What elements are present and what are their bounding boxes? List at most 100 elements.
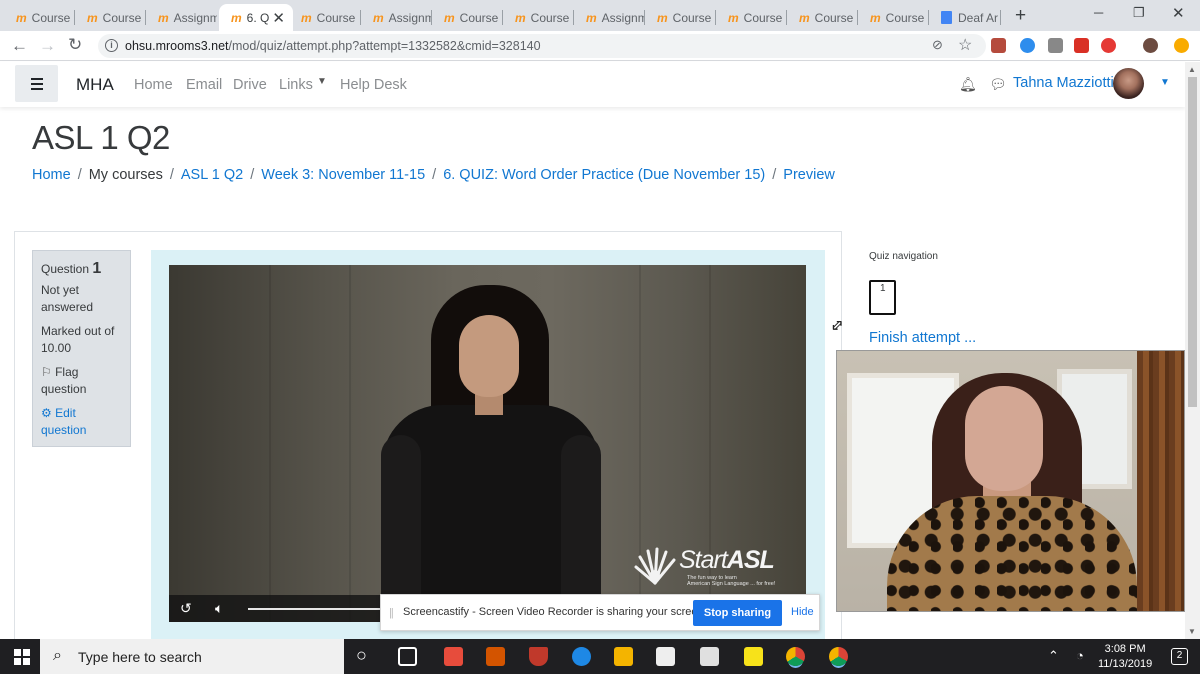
browser-tab[interactable]: m Course <box>289 4 361 31</box>
replay-icon[interactable]: ↺ <box>180 600 192 617</box>
question-number: 1 <box>92 260 102 277</box>
browser-tab[interactable]: m Course <box>432 4 503 31</box>
bell-icon[interactable]: 🔔︎ <box>959 76 977 93</box>
back-arrow-icon[interactable]: ← <box>11 36 28 56</box>
nav-link-links[interactable]: Links <box>279 77 313 93</box>
browser-tab-active[interactable]: m 6. Q ✕ <box>219 4 293 31</box>
logo-tagline: The fun way to learn American Sign Langua… <box>687 575 775 587</box>
windows-start-icon[interactable] <box>14 649 30 665</box>
page-scrollbar[interactable]: ▲ ▼ <box>1185 62 1200 639</box>
browser-tab[interactable]: m Course <box>858 4 929 31</box>
extension-icon[interactable] <box>1020 38 1035 53</box>
cast-extension-icon[interactable] <box>1048 38 1063 53</box>
minimize-icon[interactable]: ─ <box>1094 5 1103 20</box>
scroll-up-icon[interactable]: ▲ <box>1188 65 1196 74</box>
breadcrumb-course[interactable]: ASL 1 Q2 <box>181 167 243 183</box>
powerpoint-icon[interactable] <box>486 647 505 666</box>
screencastify-icon[interactable] <box>1101 38 1116 53</box>
nav-link-email[interactable]: Email <box>186 77 222 93</box>
signer-arm <box>561 435 601 615</box>
forward-arrow-icon[interactable]: → <box>39 36 56 56</box>
menu-hamburger-icon[interactable] <box>15 65 58 102</box>
mail-icon[interactable] <box>700 647 719 666</box>
file-explorer-icon[interactable] <box>614 647 633 666</box>
video-player[interactable]: StartASL The fun way to learn American Si… <box>169 265 806 622</box>
taskbar-search[interactable]: ⌕ Type here to search <box>40 639 344 674</box>
breadcrumb-quiz[interactable]: 6. QUIZ: Word Order Practice (Due Novemb… <box>443 167 765 183</box>
breadcrumb-home[interactable]: Home <box>32 167 71 183</box>
flag-question-link[interactable]: ⚐ Flag question <box>41 364 122 398</box>
close-tab-icon[interactable]: ✕ <box>272 9 285 27</box>
moodle-favicon-icon: m <box>301 10 312 25</box>
store-icon[interactable] <box>656 647 675 666</box>
new-tab-icon[interactable]: + <box>1015 5 1026 27</box>
webcam-overlay[interactable] <box>836 350 1185 612</box>
site-brand[interactable]: MHA <box>76 75 114 95</box>
notification-center-icon[interactable]: 2 <box>1171 648 1188 665</box>
drag-handle-icon[interactable]: || <box>389 607 394 619</box>
bookmark-star-icon[interactable]: ☆ <box>958 35 972 55</box>
breadcrumb-separator: / <box>432 167 437 183</box>
browser-tab[interactable]: m Assignm <box>146 4 217 31</box>
wifi-icon[interactable]: ◔ <box>1076 648 1084 663</box>
stop-sharing-button[interactable]: Stop sharing <box>693 600 782 626</box>
chevron-down-icon[interactable]: ▼ <box>317 76 327 87</box>
moodle-favicon-icon: m <box>444 10 455 25</box>
quiz-nav-question-number: 1 <box>880 283 886 294</box>
edge-icon[interactable] <box>572 647 591 666</box>
browser-tab[interactable]: m Course <box>503 4 574 31</box>
finish-attempt-link[interactable]: Finish attempt ... <box>869 330 976 346</box>
hide-button[interactable]: Hide <box>791 606 814 618</box>
nav-link-home[interactable]: Home <box>134 77 173 93</box>
profile-avatar-icon[interactable] <box>1143 38 1158 53</box>
browser-tab[interactable]: m Course <box>716 4 787 31</box>
chrome-icon[interactable] <box>829 647 848 666</box>
user-name[interactable]: Tahna Mazziotti <box>1013 75 1114 91</box>
update-icon[interactable] <box>1174 38 1189 53</box>
cortana-icon[interactable]: ○ <box>356 645 367 666</box>
volume-icon[interactable]: 🔈︎ <box>215 600 223 617</box>
breadcrumb-separator: / <box>250 167 255 183</box>
google-docs-icon <box>941 11 952 24</box>
tab-label: Course <box>459 10 499 25</box>
flipboard-icon[interactable] <box>444 647 463 666</box>
browser-tab[interactable]: m Assignm <box>574 4 645 31</box>
taskbar-search-placeholder[interactable]: Type here to search <box>78 649 202 665</box>
sticky-notes-icon[interactable] <box>744 647 763 666</box>
chrome-icon[interactable] <box>786 647 805 666</box>
mcafee-icon[interactable] <box>529 647 548 666</box>
moodle-favicon-icon: m <box>373 10 384 25</box>
browser-tab[interactable]: Deaf Ar <box>929 4 1001 31</box>
browser-tab[interactable]: m Course <box>645 4 716 31</box>
browser-tab[interactable]: m Assignm <box>361 4 432 31</box>
browser-tab[interactable]: m Course <box>4 4 75 31</box>
scrollbar-thumb[interactable] <box>1188 77 1197 407</box>
browser-tab[interactable]: m Course <box>75 4 146 31</box>
breadcrumb-week[interactable]: Week 3: November 11-15 <box>261 167 425 183</box>
blocked-icon[interactable]: ⊘ <box>932 37 943 53</box>
address-bar[interactable]: i ohsu.mrooms3.net/mod/quiz/attempt.php?… <box>98 34 986 58</box>
restore-icon[interactable]: ❐ <box>1133 5 1145 21</box>
pdf-extension-icon[interactable] <box>991 38 1006 53</box>
task-view-icon[interactable] <box>398 647 417 666</box>
url-text[interactable]: ohsu.mrooms3.net/mod/quiz/attempt.php?at… <box>125 39 541 53</box>
moodle-favicon-icon: m <box>87 10 98 25</box>
nav-link-help-desk[interactable]: Help Desk <box>340 77 407 93</box>
taskbar-clock[interactable]: 3:08 PM 11/13/2019 <box>1098 642 1152 672</box>
avatar[interactable] <box>1113 68 1144 99</box>
edit-question-link[interactable]: ⚙ Edit question <box>41 405 122 439</box>
nav-link-drive[interactable]: Drive <box>233 77 267 93</box>
close-window-icon[interactable]: ✕ <box>1172 4 1185 22</box>
browser-tab[interactable]: m Course <box>787 4 858 31</box>
reload-icon[interactable]: ↻ <box>68 35 82 55</box>
new-extension-icon[interactable] <box>1074 38 1089 53</box>
info-icon[interactable]: i <box>105 39 118 52</box>
scroll-down-icon[interactable]: ▼ <box>1188 627 1196 636</box>
tray-chevron-up-icon[interactable]: ⌃ <box>1048 648 1059 664</box>
breadcrumb-preview[interactable]: Preview <box>783 167 835 183</box>
chat-icon[interactable]: 💬︎ <box>989 76 1007 93</box>
question-status: Not yet answered <box>41 283 94 314</box>
user-menu-chevron-icon[interactable]: ▼ <box>1160 77 1170 88</box>
tab-label: Course <box>743 10 783 25</box>
quiz-nav-question-button[interactable]: 1 <box>869 280 896 315</box>
